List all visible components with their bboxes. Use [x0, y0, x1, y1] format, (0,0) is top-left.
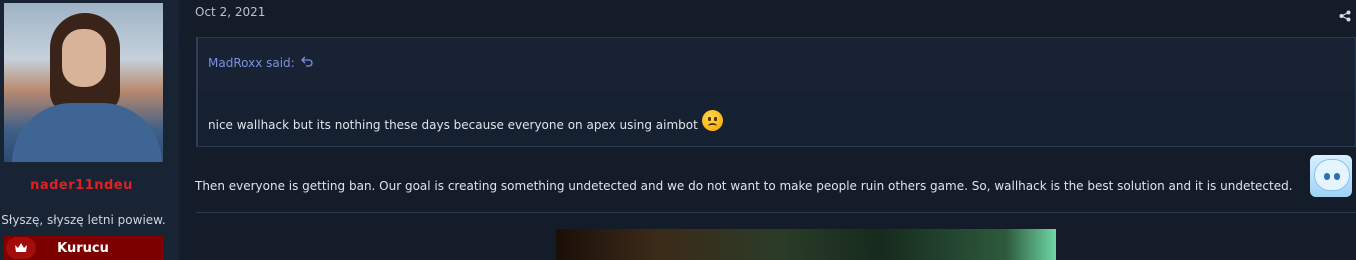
reply-arrow-icon[interactable]	[300, 56, 313, 70]
anime-girl-sticker-icon	[1310, 155, 1352, 197]
quote-header[interactable]: MadRoxx said:	[208, 56, 313, 70]
quote-author[interactable]: MadRoxx said:	[208, 56, 295, 70]
post-arrow	[164, 30, 178, 54]
post-date[interactable]: Oct 2, 2021	[195, 5, 265, 19]
banner-label: Kurucu	[57, 240, 109, 256]
frown-emoji-icon	[701, 110, 723, 131]
quote-content: nice wallhack but its nothing these days…	[208, 110, 723, 135]
user-title: Słyszę, słyszę letni powiew.	[1, 213, 166, 227]
post-message: Then everyone is getting ban. Our goal i…	[195, 179, 1293, 193]
crown-icon	[6, 237, 36, 259]
avatar[interactable]	[4, 3, 163, 162]
user-banner: Kurucu	[3, 236, 163, 260]
user-sidebar: nader11ndeu Słyszę, słyszę letni powiew.…	[0, 0, 179, 260]
divider	[196, 212, 1356, 213]
embedded-image[interactable]	[556, 229, 1056, 260]
username[interactable]: nader11ndeu	[0, 178, 163, 193]
share-icon[interactable]	[1339, 7, 1351, 22]
quote-body: nice wallhack but its nothing these days…	[198, 90, 1355, 146]
quote-text: nice wallhack but its nothing these days…	[208, 117, 698, 132]
quote-block: MadRoxx said: nice wallhack but its noth…	[196, 37, 1356, 147]
